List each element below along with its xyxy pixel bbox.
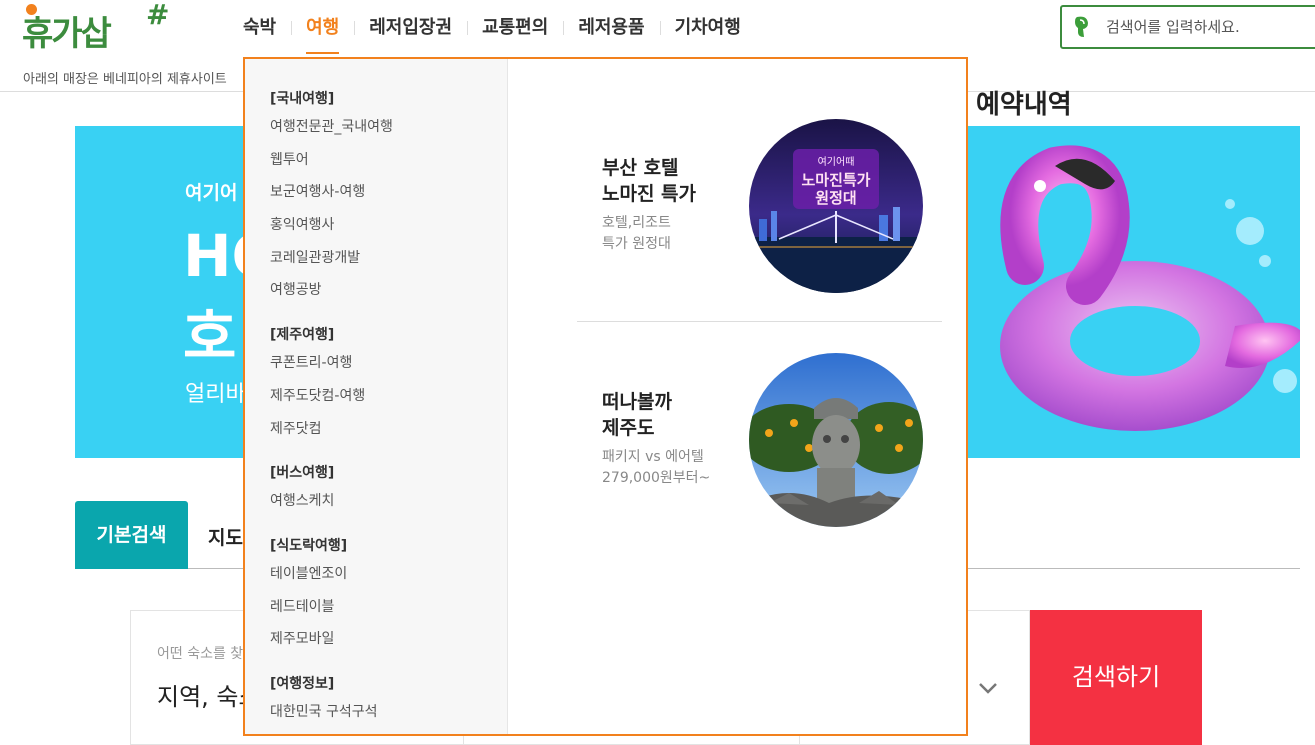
nav-item-train-travel[interactable]: 기차여행 bbox=[659, 14, 756, 42]
category-group-food: [식도락여행] 테이블엔조이 레드테이블 제주모바일 bbox=[270, 534, 507, 660]
destination-label: 어떤 숙소를 찾 bbox=[157, 646, 244, 662]
category-link[interactable]: 홍익여행사 bbox=[270, 213, 507, 246]
promo-img-badge: 여기어때 bbox=[818, 156, 855, 168]
busan-night-view-image[interactable]: 여기어때 노마진특가 원정대 bbox=[749, 119, 923, 293]
promo-img-headline: 노마진특가 bbox=[801, 171, 870, 189]
category-link[interactable]: 쿠폰트리-여행 bbox=[270, 351, 507, 384]
notice-text: 아래의 매장은 베네피아의 제휴사이트 bbox=[23, 72, 227, 87]
banner-small-text: 여기어 bbox=[185, 182, 238, 204]
site-logo[interactable]: 휴가삽 # bbox=[22, 0, 182, 58]
category-heading: [국내여행] bbox=[270, 91, 335, 107]
chevron-down-icon[interactable] bbox=[977, 677, 999, 699]
travel-category-list: [국내여행] 여행전문관_국내여행 웹투어 보군여행사-여행 홍익여행사 코레일… bbox=[245, 59, 508, 734]
banner-subtext: 얼리바 bbox=[185, 382, 246, 407]
flamingo-float-image bbox=[1000, 145, 1300, 431]
promo-subtitle: 패키지 vs 에어텔 279,000원부터~ bbox=[602, 447, 772, 489]
nav-item-travel[interactable]: 여행 bbox=[291, 14, 354, 54]
tab-basic-search[interactable]: 기본검색 bbox=[75, 501, 188, 569]
search-button[interactable]: 검색하기 bbox=[1030, 610, 1202, 745]
category-link[interactable]: 보군여행사-여행 bbox=[270, 180, 507, 213]
promo-title-line: 노마진 특가 bbox=[602, 183, 697, 205]
category-group-domestic: [국내여행] 여행전문관_국내여행 웹투어 보군여행사-여행 홍익여행사 코레일… bbox=[270, 87, 507, 311]
promo-img-headline: 원정대 bbox=[815, 189, 856, 207]
category-link[interactable]: 제주모바일 bbox=[270, 627, 507, 660]
category-link[interactable]: 제주도닷컴-여행 bbox=[270, 384, 507, 417]
category-group-jeju: [제주여행] 쿠폰트리-여행 제주도닷컴-여행 제주닷컴 bbox=[270, 323, 507, 449]
logo-hash: # bbox=[146, 0, 170, 31]
logo-dot bbox=[26, 4, 37, 15]
promo-sub-line: 패키지 vs 에어텔 bbox=[602, 449, 704, 465]
category-heading: [여행정보] bbox=[270, 675, 335, 692]
category-link[interactable]: 웹투어 bbox=[270, 148, 507, 181]
tab-map-search[interactable]: 지도 bbox=[208, 523, 243, 550]
category-link[interactable]: 여행공방 bbox=[270, 278, 507, 311]
category-link[interactable]: 레드테이블 bbox=[270, 595, 507, 628]
nav-item-leisure-goods[interactable]: 레저용품 bbox=[563, 14, 659, 42]
promo-title-line: 부산 호텔 bbox=[602, 157, 679, 179]
travel-promo-area: 부산 호텔 노마진 특가 호텔,리조트 특가 원정대 여기어때 노마진특가 원정… bbox=[508, 59, 966, 734]
promo-divider bbox=[577, 321, 942, 322]
category-heading: [제주여행] bbox=[270, 327, 335, 344]
search-icon[interactable] bbox=[1074, 15, 1090, 39]
promo-sub-line: 호텔,리조트 bbox=[602, 215, 671, 231]
main-navigation: 숙박 여행 레저입장권 교통편의 레저용품 기차여행 bbox=[228, 14, 756, 54]
search-box bbox=[1060, 5, 1315, 49]
promo-subtitle: 호텔,리조트 특가 원정대 bbox=[602, 213, 772, 255]
promo-title-line: 떠나볼까 bbox=[602, 391, 672, 413]
promo-sub-line: 279,000원부터~ bbox=[602, 470, 711, 486]
promo-title: 부산 호텔 노마진 특가 bbox=[602, 155, 762, 207]
category-link[interactable]: 제주닷컴 bbox=[270, 417, 507, 450]
category-heading: [식도락여행] bbox=[270, 537, 348, 554]
category-group-info: [여행정보] 대한민국 구석구석 bbox=[270, 672, 507, 733]
banner-headline-2: 호 bbox=[183, 303, 237, 371]
category-group-bus: [버스여행] 여행스케치 bbox=[270, 461, 507, 522]
category-link[interactable]: 여행스케치 bbox=[270, 489, 507, 522]
nav-item-transportation[interactable]: 교통편의 bbox=[467, 14, 563, 42]
jeju-dol-hareubang-image[interactable] bbox=[749, 353, 923, 527]
category-link[interactable]: 테이블엔조이 bbox=[270, 562, 507, 595]
category-link[interactable]: 코레일관광개발 bbox=[270, 246, 507, 279]
page-title-partial: 예약내역 bbox=[976, 90, 1072, 120]
site-header: 휴가삽 # 숙박 여행 레저입장권 교통편의 레저용품 기차여행 bbox=[0, 0, 1315, 62]
category-link[interactable]: 대한민국 구석구석 bbox=[270, 700, 507, 733]
category-link[interactable]: 여행전문관_국내여행 bbox=[270, 115, 507, 148]
promo-title-line: 제주도 bbox=[602, 417, 655, 439]
promo-title: 떠나볼까 제주도 bbox=[602, 389, 762, 441]
travel-dropdown-menu: [국내여행] 여행전문관_국내여행 웹투어 보군여행사-여행 홍익여행사 코레일… bbox=[243, 57, 968, 736]
nav-item-lodging[interactable]: 숙박 bbox=[228, 14, 291, 42]
search-input[interactable] bbox=[1106, 15, 1306, 39]
promo-sub-line: 특가 원정대 bbox=[602, 236, 671, 252]
category-heading: [버스여행] bbox=[270, 465, 335, 482]
nav-item-leisure-tickets[interactable]: 레저입장권 bbox=[354, 14, 467, 42]
